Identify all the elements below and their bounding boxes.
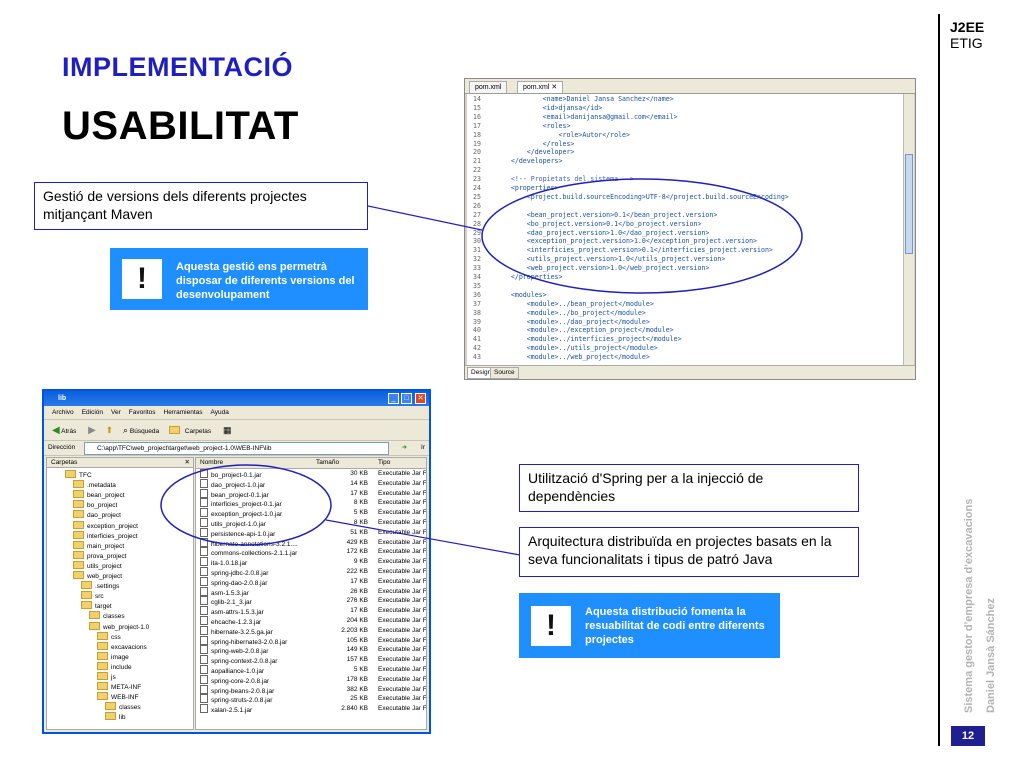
connector-maven <box>367 205 483 231</box>
connector-architecture <box>325 519 521 556</box>
highlight-ellipse-jars <box>160 464 332 546</box>
highlight-ellipse-versions <box>481 178 803 294</box>
annotation-overlay <box>160 178 803 556</box>
